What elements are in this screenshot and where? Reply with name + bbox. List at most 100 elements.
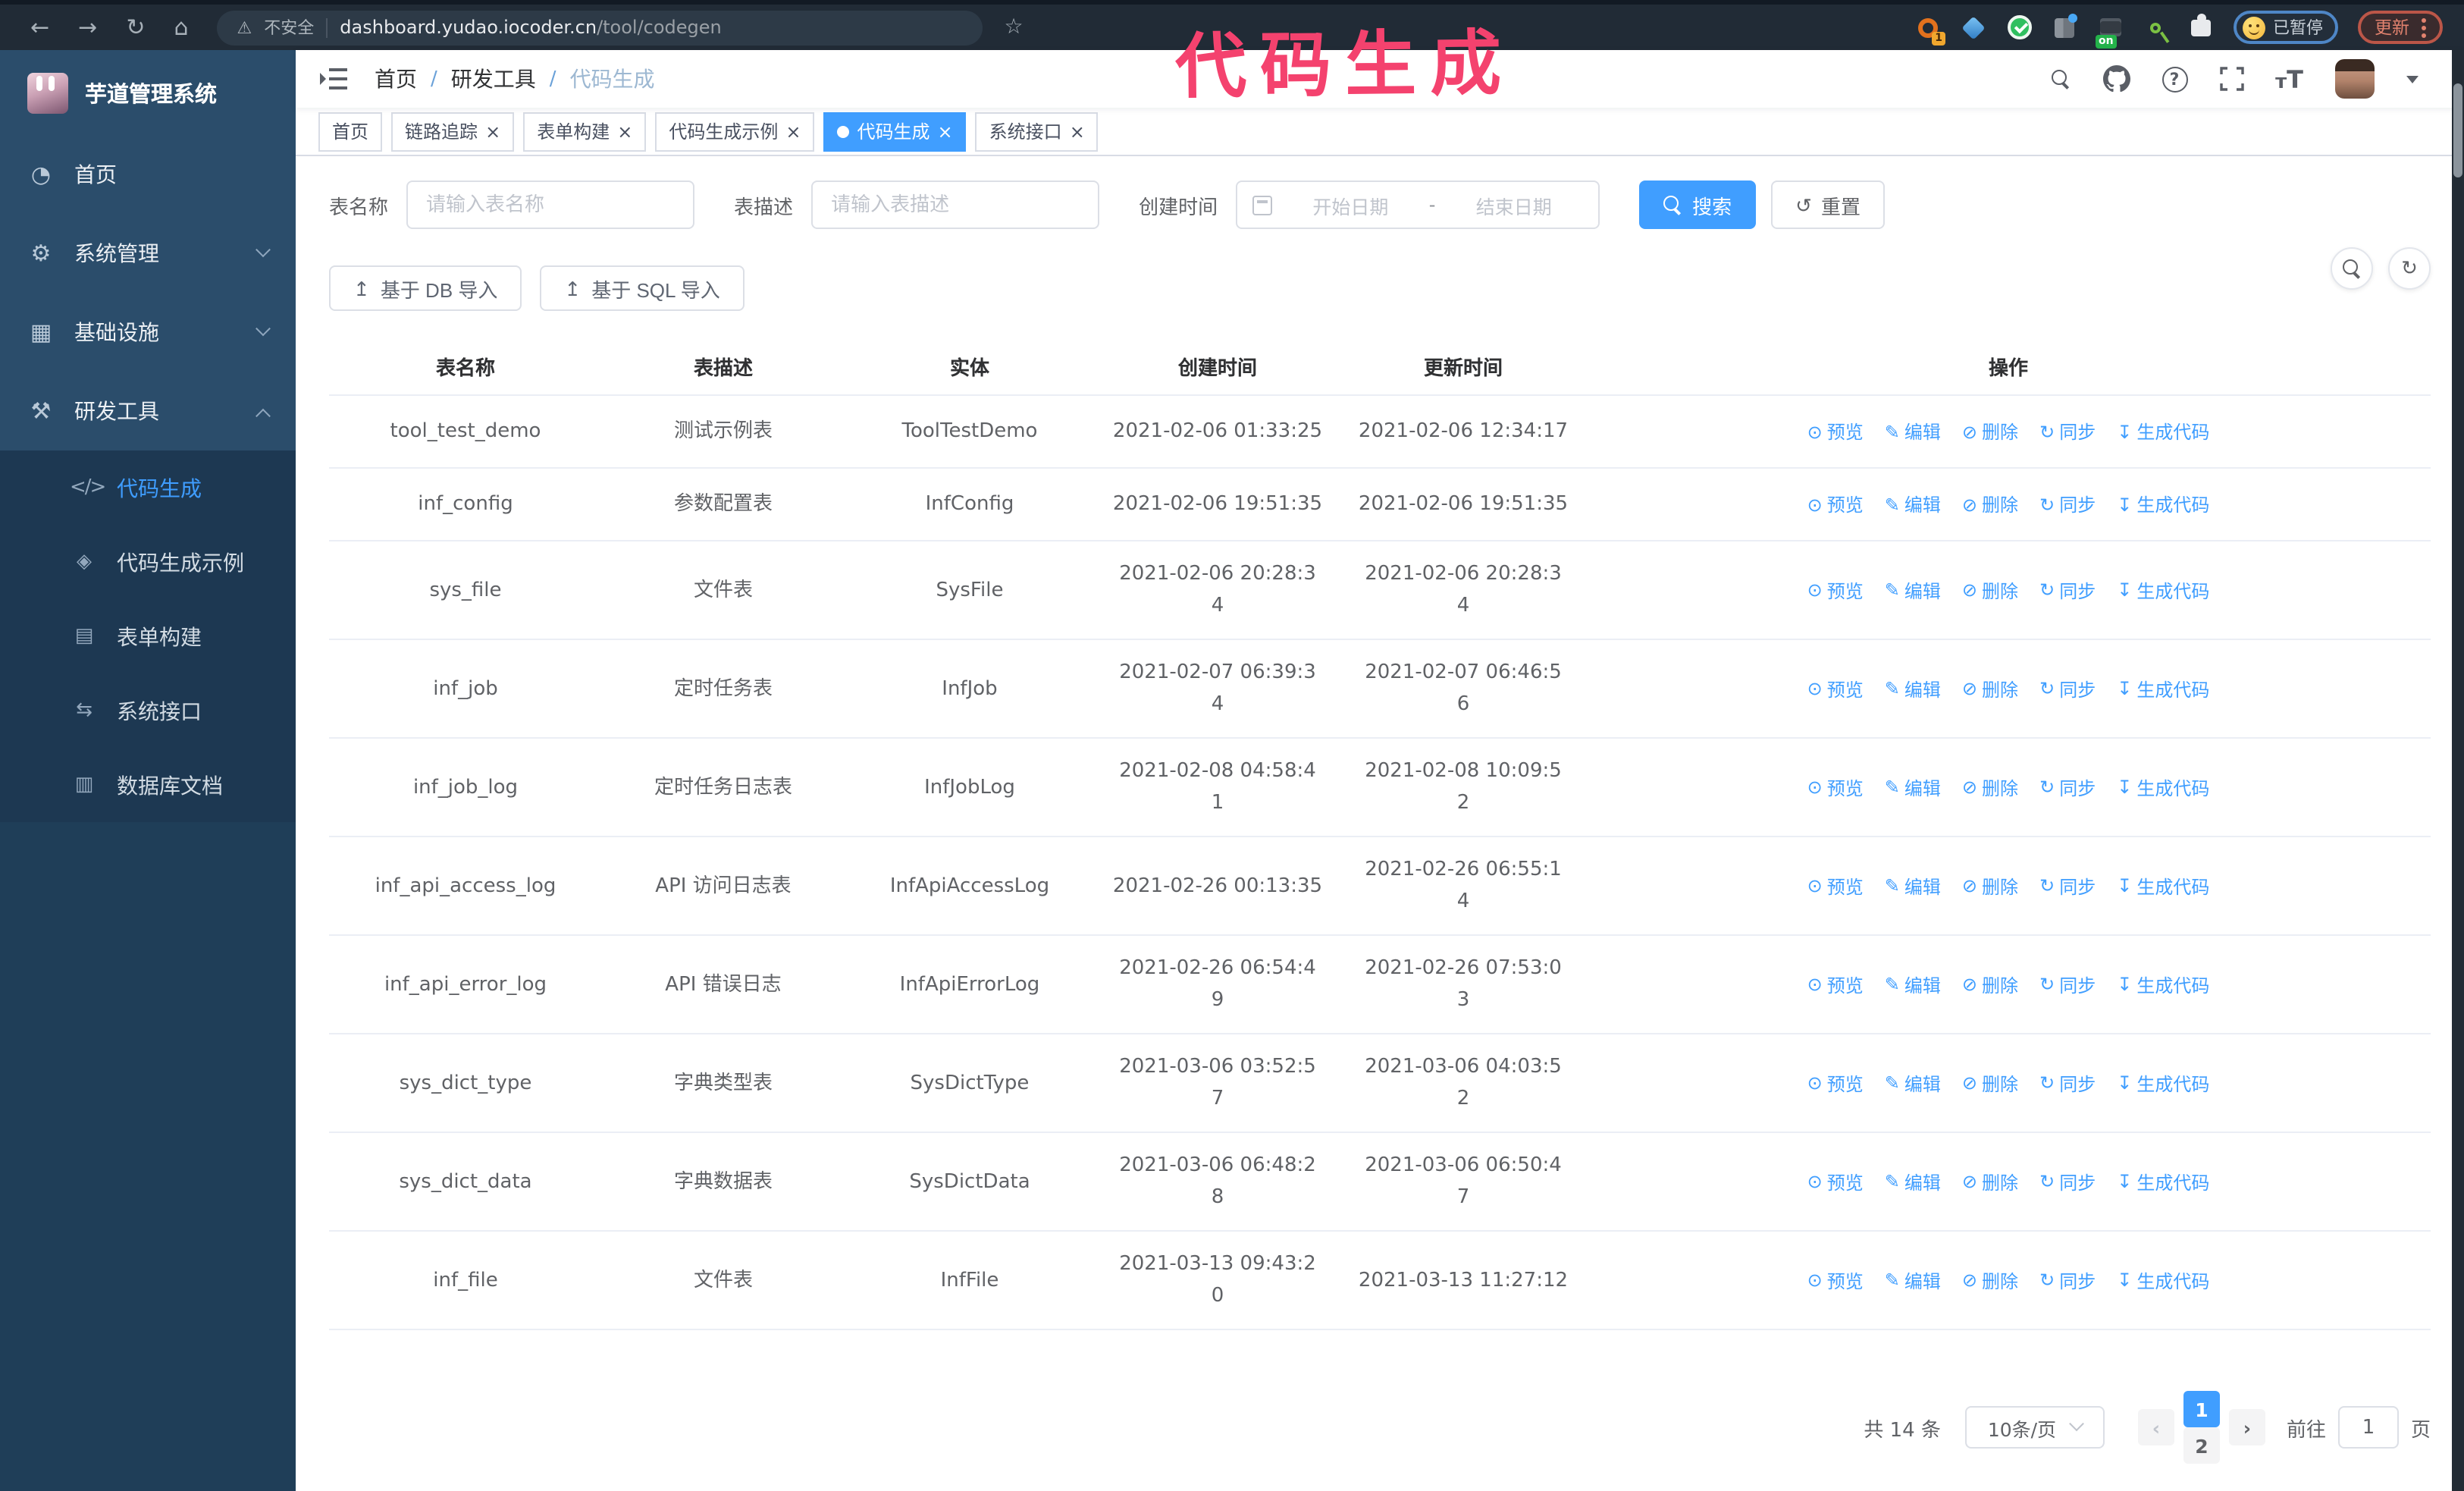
sidebar-subitem[interactable]: </> 代码生成 xyxy=(0,450,296,525)
extensions-puzzle-icon[interactable] xyxy=(2188,13,2214,40)
breadcrumb-item[interactable]: 研发工具 xyxy=(451,64,536,94)
action-download[interactable]: ↧ 生成代码 xyxy=(2117,676,2209,702)
paused-extension-pill[interactable]: 已暂停 xyxy=(2234,11,2338,44)
action-sync[interactable]: ↻ 同步 xyxy=(2039,1070,2096,1096)
action-edit[interactable]: ✎ 编辑 xyxy=(1885,676,1941,702)
action-eye[interactable]: ⊙ 预览 xyxy=(1807,419,1864,444)
sidebar-item[interactable]: ▦ 基础设施 xyxy=(0,293,296,372)
goto-page-input[interactable] xyxy=(2337,1406,2399,1449)
action-edit[interactable]: ✎ 编辑 xyxy=(1885,419,1941,444)
action-edit[interactable]: ✎ 编辑 xyxy=(1885,1169,1941,1194)
tag-view-tab[interactable]: 链路追踪 × xyxy=(391,111,515,151)
action-trash[interactable]: ⊘ 删除 xyxy=(1962,491,2018,517)
prev-page-button[interactable]: ‹ xyxy=(2137,1409,2174,1445)
action-edit[interactable]: ✎ 编辑 xyxy=(1885,491,1941,517)
action-sync[interactable]: ↻ 同步 xyxy=(2039,873,2096,899)
sidebar-subitem[interactable]: ▤ 表单构建 xyxy=(0,599,296,673)
action-sync[interactable]: ↻ 同步 xyxy=(2039,1267,2096,1293)
page-button-1[interactable]: 1 xyxy=(2183,1391,2220,1427)
chevron-down-icon[interactable] xyxy=(2406,75,2419,83)
action-eye[interactable]: ⊙ 预览 xyxy=(1807,873,1864,899)
sidebar-subitem[interactable]: ▥ 数据库文档 xyxy=(0,748,296,822)
close-icon[interactable]: × xyxy=(617,122,632,140)
action-edit[interactable]: ✎ 编辑 xyxy=(1885,577,1941,603)
close-icon[interactable]: × xyxy=(785,122,801,140)
kebab-menu-icon[interactable] xyxy=(2422,25,2426,30)
search-icon[interactable] xyxy=(2051,69,2071,89)
extension-key-icon[interactable] xyxy=(2143,14,2168,40)
action-trash[interactable]: ⊘ 删除 xyxy=(1962,1267,2018,1293)
table-desc-input[interactable] xyxy=(811,180,1100,229)
action-edit[interactable]: ✎ 编辑 xyxy=(1885,774,1941,800)
extension-check-icon[interactable] xyxy=(2006,14,2032,40)
close-icon[interactable]: × xyxy=(938,122,953,140)
action-download[interactable]: ↧ 生成代码 xyxy=(2117,774,2209,800)
action-sync[interactable]: ↻ 同步 xyxy=(2039,774,2096,800)
close-icon[interactable]: × xyxy=(1070,122,1085,140)
action-sync[interactable]: ↻ 同步 xyxy=(2039,491,2096,517)
action-download[interactable]: ↧ 生成代码 xyxy=(2117,1070,2209,1096)
tag-view-tab[interactable]: 系统接口 × xyxy=(975,111,1099,151)
action-download[interactable]: ↧ 生成代码 xyxy=(2117,873,2209,899)
action-eye[interactable]: ⊙ 预览 xyxy=(1807,676,1864,702)
sidebar-item[interactable]: ◔ 首页 xyxy=(0,135,296,214)
next-page-button[interactable]: › xyxy=(2228,1409,2265,1445)
github-icon[interactable] xyxy=(2102,65,2130,93)
import-db-button[interactable]: ↥ 基于 DB 导入 xyxy=(329,265,522,311)
action-download[interactable]: ↧ 生成代码 xyxy=(2117,491,2209,517)
bookmark-star-icon[interactable]: ☆ xyxy=(1005,15,1024,39)
sidebar-subitem[interactable]: ⇆ 系统接口 xyxy=(0,673,296,748)
action-download[interactable]: ↧ 生成代码 xyxy=(2117,1169,2209,1194)
action-trash[interactable]: ⊘ 删除 xyxy=(1962,873,2018,899)
tag-view-tab[interactable]: 代码生成 × xyxy=(823,111,967,151)
action-eye[interactable]: ⊙ 预览 xyxy=(1807,1070,1864,1096)
action-edit[interactable]: ✎ 编辑 xyxy=(1885,1267,1941,1293)
action-trash[interactable]: ⊘ 删除 xyxy=(1962,1070,2018,1096)
tag-view-tab[interactable]: 首页 × xyxy=(318,111,383,151)
action-download[interactable]: ↧ 生成代码 xyxy=(2117,1267,2209,1293)
action-download[interactable]: ↧ 生成代码 xyxy=(2117,972,2209,997)
extension-orange-icon[interactable]: 1 xyxy=(1915,14,1945,45)
page-button-2[interactable]: 2 xyxy=(2183,1427,2220,1464)
font-size-icon[interactable]: тT xyxy=(2275,64,2303,93)
action-trash[interactable]: ⊘ 删除 xyxy=(1962,419,2018,444)
toggle-search-button[interactable] xyxy=(2331,247,2373,290)
browser-scrollbar[interactable] xyxy=(2452,50,2464,1491)
action-trash[interactable]: ⊘ 删除 xyxy=(1962,972,2018,997)
action-eye[interactable]: ⊙ 预览 xyxy=(1807,577,1864,603)
sidebar-item[interactable]: ⚒ 研发工具 xyxy=(0,372,296,450)
sidebar-subitem[interactable]: ◈ 代码生成示例 xyxy=(0,525,296,599)
action-trash[interactable]: ⊘ 删除 xyxy=(1962,676,2018,702)
address-bar[interactable]: ⚠ 不安全 dashboard.yudao.iocoder.cn/tool/co… xyxy=(217,10,983,45)
action-trash[interactable]: ⊘ 删除 xyxy=(1962,774,2018,800)
import-sql-button[interactable]: ↥ 基于 SQL 导入 xyxy=(540,265,745,311)
action-eye[interactable]: ⊙ 预览 xyxy=(1807,1169,1864,1194)
browser-forward-icon[interactable]: → xyxy=(78,15,97,39)
action-eye[interactable]: ⊙ 预览 xyxy=(1807,1267,1864,1293)
refresh-button[interactable]: ↻ xyxy=(2388,247,2431,290)
browser-back-icon[interactable]: ← xyxy=(30,15,49,39)
action-eye[interactable]: ⊙ 预览 xyxy=(1807,774,1864,800)
page-size-select[interactable]: 10条/页 xyxy=(1964,1406,2105,1449)
reset-button[interactable]: ↺ 重置 xyxy=(1771,180,1885,229)
avatar[interactable] xyxy=(2335,59,2375,99)
browser-home-icon[interactable]: ⌂ xyxy=(174,15,188,39)
action-sync[interactable]: ↻ 同步 xyxy=(2039,1169,2096,1194)
table-name-input[interactable] xyxy=(406,180,695,229)
breadcrumb-item[interactable]: 首页 xyxy=(375,64,417,94)
app-logo[interactable]: 芋道管理系统 xyxy=(0,50,296,135)
action-edit[interactable]: ✎ 编辑 xyxy=(1885,1070,1941,1096)
action-download[interactable]: ↧ 生成代码 xyxy=(2117,419,2209,444)
browser-update-pill[interactable]: 更新 xyxy=(2358,11,2443,44)
help-icon[interactable]: ? xyxy=(2161,66,2188,92)
action-edit[interactable]: ✎ 编辑 xyxy=(1885,873,1941,899)
scrollbar-thumb[interactable] xyxy=(2453,83,2462,177)
extension-columns-icon[interactable] xyxy=(2052,13,2077,40)
fullscreen-icon[interactable] xyxy=(2219,67,2243,91)
action-trash[interactable]: ⊘ 删除 xyxy=(1962,1169,2018,1194)
action-edit[interactable]: ✎ 编辑 xyxy=(1885,972,1941,997)
action-sync[interactable]: ↻ 同步 xyxy=(2039,972,2096,997)
action-trash[interactable]: ⊘ 删除 xyxy=(1962,577,2018,603)
tag-view-tab[interactable]: 代码生成示例 × xyxy=(655,111,815,151)
action-sync[interactable]: ↻ 同步 xyxy=(2039,419,2096,444)
